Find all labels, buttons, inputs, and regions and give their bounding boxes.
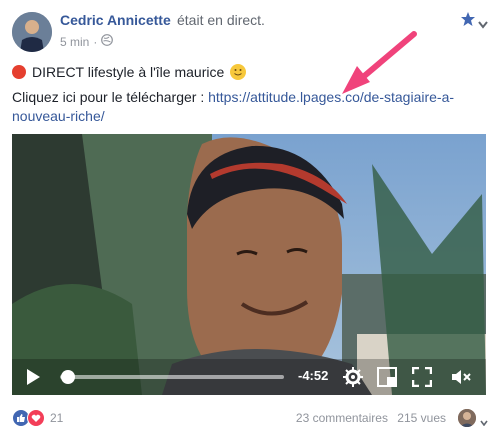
annotation-arrow-icon xyxy=(342,31,417,94)
post-meta: 5 min · xyxy=(60,34,114,49)
viewer-avatar[interactable] xyxy=(458,409,476,427)
pip-icon[interactable] xyxy=(377,367,397,392)
chevron-down-icon[interactable] xyxy=(480,415,488,427)
video-controls: -4:52 xyxy=(12,359,486,395)
time-remaining: -4:52 xyxy=(298,368,329,383)
reactions-count: 21 xyxy=(50,411,64,425)
comments-count[interactable]: 23 commentaires xyxy=(296,411,388,425)
star-icon[interactable] xyxy=(460,11,476,27)
cta-prefix: Cliquez ici pour le télécharger : xyxy=(12,89,205,105)
settings-gear-icon[interactable] xyxy=(343,367,363,392)
post-footer: 21 23 commentaires 215 vues xyxy=(12,407,488,429)
engagement-stats: 23 commentaires 215 vues xyxy=(296,411,446,425)
meta-separator: · xyxy=(93,34,98,49)
globe-icon xyxy=(101,34,114,49)
post-time[interactable]: 5 min xyxy=(60,35,89,49)
post-action-text: était en direct. xyxy=(177,12,265,28)
heart-icon xyxy=(27,409,45,427)
video-player[interactable] xyxy=(12,134,486,395)
author-avatar[interactable] xyxy=(12,12,52,52)
post-title: DIRECT lifestyle à l'île maurice xyxy=(32,64,225,80)
post-title-line: DIRECT lifestyle à l'île maurice xyxy=(12,64,247,80)
author-name[interactable]: Cedric Annicette xyxy=(60,12,171,28)
progress-handle[interactable] xyxy=(61,370,75,384)
mute-icon[interactable] xyxy=(450,367,472,392)
smiley-icon xyxy=(230,64,247,80)
reaction-summary[interactable]: 21 xyxy=(12,409,63,427)
fullscreen-icon[interactable] xyxy=(411,366,433,392)
views-count: 215 vues xyxy=(397,411,446,425)
chevron-down-icon[interactable] xyxy=(478,16,488,29)
live-dot-icon xyxy=(12,65,26,79)
